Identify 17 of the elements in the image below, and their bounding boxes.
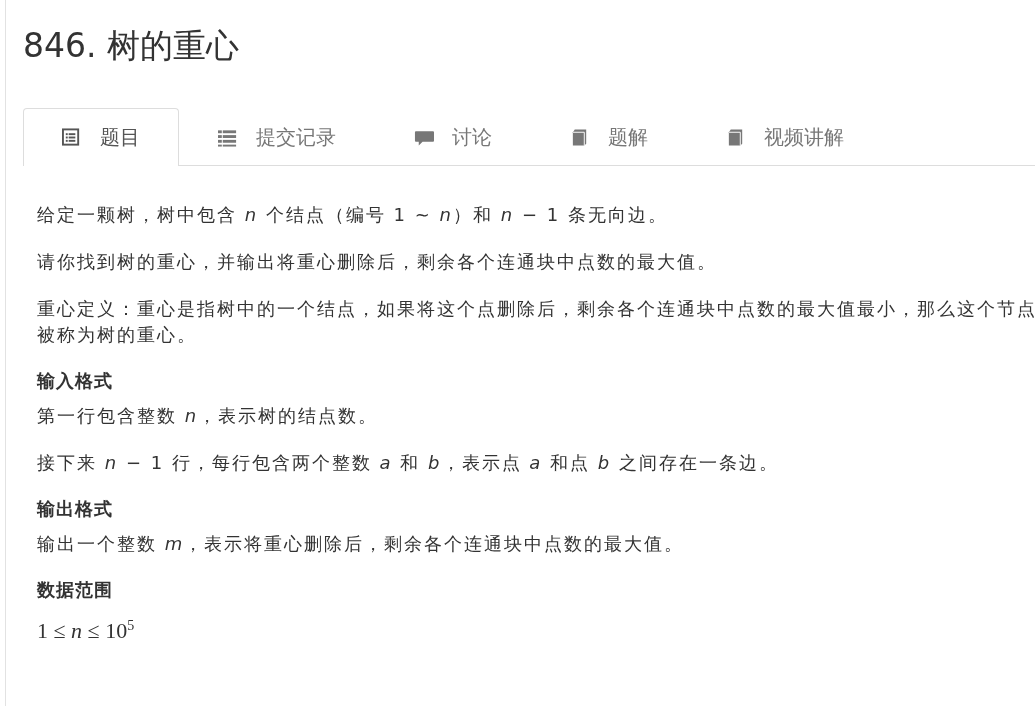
paragraph: 请你找到树的重心，并输出将重心删除后，剩余各个连通块中点数的最大值。 [37,250,717,274]
list-icon [218,127,238,147]
section-heading: 输出格式 [37,497,113,521]
problem-title: 846. 树的重心 [23,25,239,66]
paragraph: 给定一颗树，树中包含 n 个结点（编号 1 ∼ n）和 n − 1 条无向边。 [37,203,668,227]
tab[interactable]: 题解 [531,108,687,165]
document-icon [62,128,82,147]
tab[interactable]: 提交记录 [179,108,375,165]
section-heading: 数据范围 [37,578,113,602]
paragraph: 输出一个整数 m，表示将重心删除后，剩余各个连通块中点数的最大值。 [37,532,685,556]
paragraph: 第一行包含整数 n，表示树的结点数。 [37,404,379,428]
tab[interactable]: 题目 [23,108,179,166]
tab[interactable]: 视频讲解 [687,108,883,165]
paragraph: 接下来 n − 1 行，每行包含两个整数 a 和 b，表示点 a 和点 b 之间存在一条边。 [37,451,779,475]
formula: 1 ≤ n ≤ 10$^{5}$ [37,617,135,646]
section-heading: 输入格式 [37,369,113,393]
tab[interactable]: 讨论 [375,108,531,165]
